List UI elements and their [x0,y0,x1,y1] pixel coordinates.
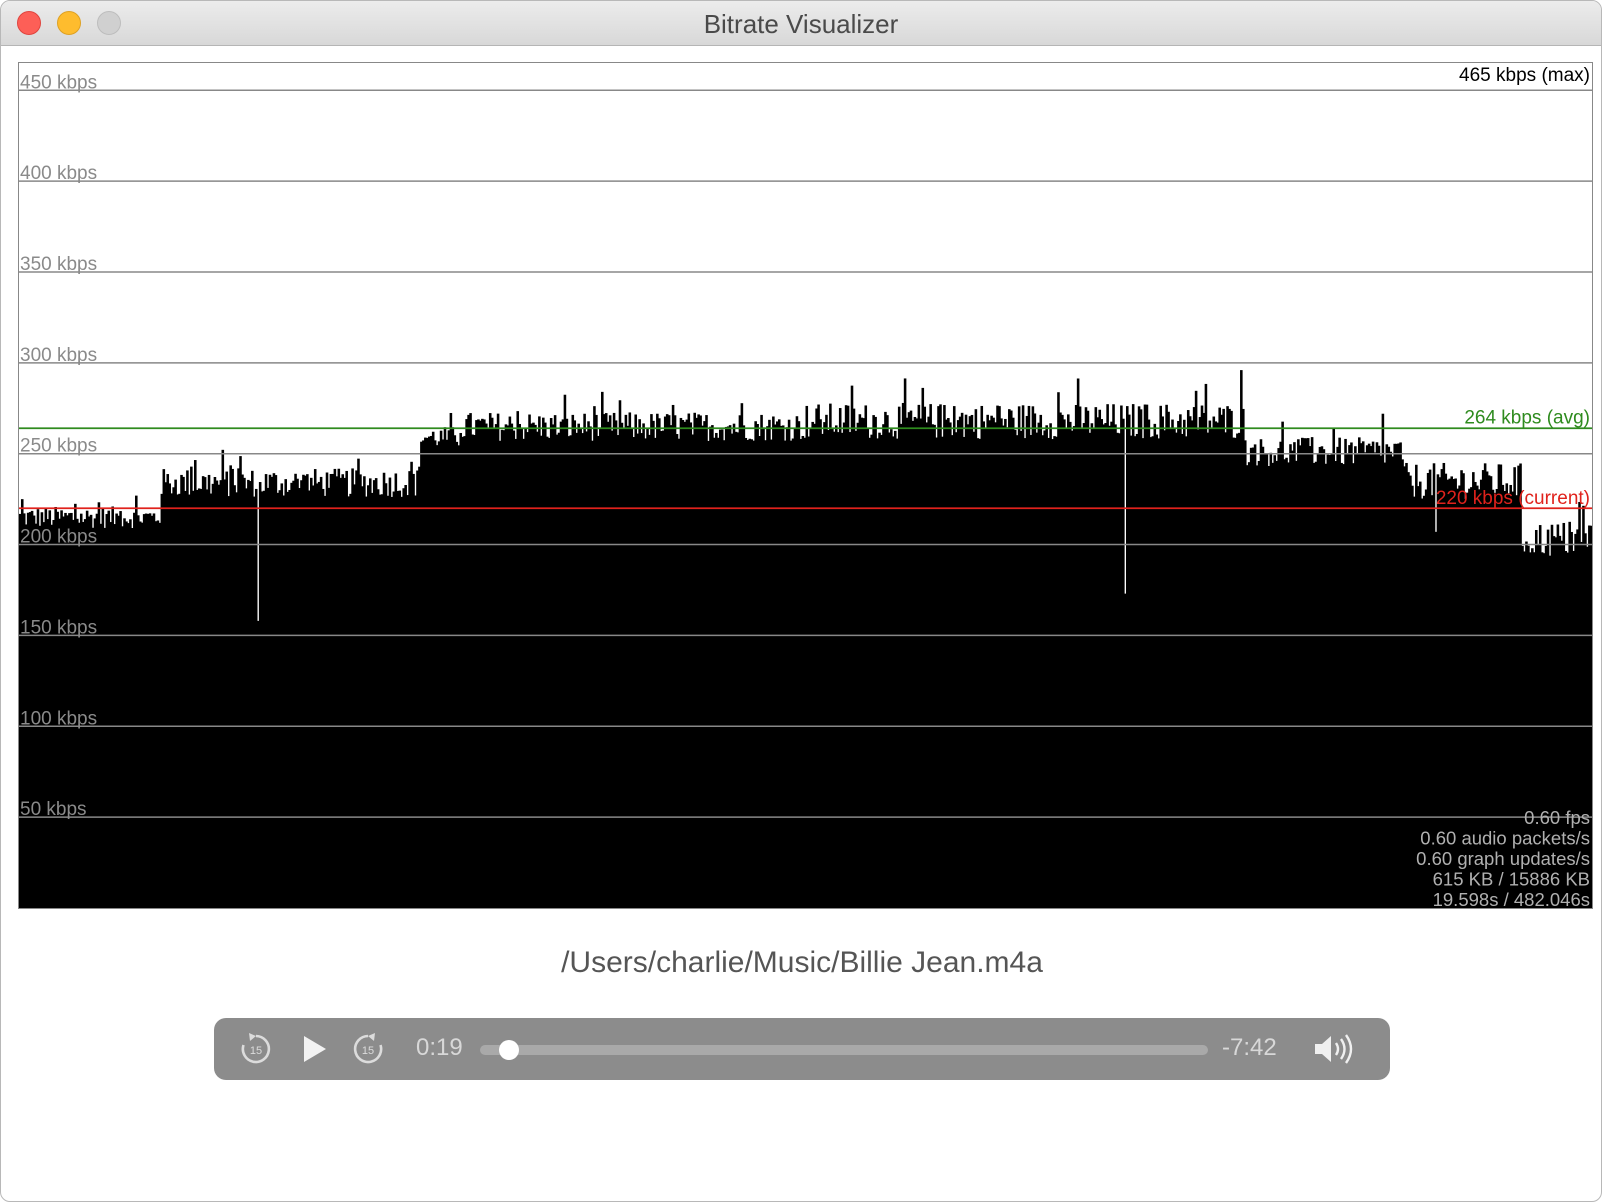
playback-stat: 615 KB / 15886 KB [1433,869,1590,890]
skip-back-15-label: 15 [250,1045,262,1057]
audio-player: 15 15 0:19 -7:42 [214,1018,1390,1080]
skip-back-15-icon: 15 [241,1033,271,1064]
playback-stat: 0.60 graph updates/s [1416,848,1590,869]
skip-back-15-button[interactable]: 15 [236,1018,276,1080]
y-tick-label: 450 kbps [20,72,97,93]
bitrate-chart-svg: 50 kbps 100 kbps 150 kbps 200 kbps 250 kbps 3… [19,65,1592,908]
y-tick-label: 150 kbps [20,617,97,638]
window-title: Bitrate Visualizer [703,9,899,39]
skip-forward-15-icon: 15 [353,1033,383,1064]
playback-stat: 0.60 audio packets/s [1420,828,1590,849]
playback-stat: 0.60 fps [1524,807,1590,828]
remaining-time: -7:42 [1222,1034,1277,1061]
elapsed-time: 0:19 [416,1034,463,1061]
current-bitrate-label: 220 kbps (current) [1436,488,1590,509]
file-path: /Users/charlie/Music/Billie Jean.m4a [561,946,1043,979]
y-tick-label: 200 kbps [20,527,97,548]
bitrate-chart: 50 kbps 100 kbps 150 kbps 200 kbps 250 kbps 3… [18,62,1593,909]
average-bitrate-label: 264 kbps (avg) [1464,407,1590,428]
y-tick-label: 350 kbps [20,254,97,275]
bitrate-bar [1590,525,1592,908]
y-tick-label: 300 kbps [20,345,97,366]
y-tick-label: 100 kbps [20,708,97,729]
play-icon [304,1036,326,1062]
y-tick-label: 50 kbps [20,799,87,820]
progress-thumb[interactable] [499,1040,520,1060]
y-tick-label: 250 kbps [20,436,97,457]
playback-stat: 19.598s / 482.046s [1433,889,1590,908]
max-bitrate-label: 465 kbps (max) [1459,65,1590,86]
skip-forward-15-button[interactable]: 15 [348,1018,388,1080]
progress-slider[interactable] [480,1040,1208,1060]
volume-button[interactable] [1310,1018,1360,1080]
y-tick-label: 400 kbps [20,163,97,184]
volume-icon [1315,1034,1353,1064]
title-bar: Bitrate Visualizer [1,1,1601,46]
app-window: Bitrate Visualizer 50 kbps 100 kbps 150 kb… [0,0,1602,1202]
play-button[interactable] [294,1018,334,1080]
skip-forward-15-label: 15 [362,1045,374,1057]
